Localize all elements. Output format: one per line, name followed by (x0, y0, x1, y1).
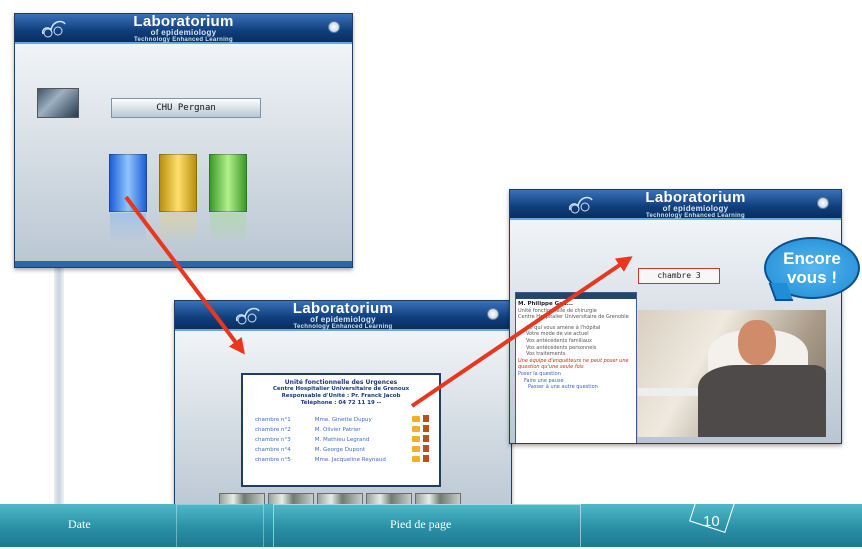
footer-text: Pied de page (390, 517, 452, 531)
window-close-knob[interactable] (817, 197, 829, 209)
book-icon[interactable] (422, 455, 429, 462)
window-title: Laboratorium of epidemiology Technology En… (292, 300, 394, 330)
book-icon[interactable] (422, 435, 429, 442)
corridor-green[interactable] (209, 154, 247, 243)
table-row[interactable]: chambre n°5 Mme. Jacqueline Reynaud (249, 455, 435, 465)
window-title: Laboratorium of epidemiology Technology En… (645, 189, 746, 219)
window-title: Laboratorium of epidemiology Technology En… (133, 13, 234, 43)
window-footer-bar (15, 261, 352, 267)
folder-icon[interactable] (411, 456, 420, 462)
action-next[interactable]: Passer à une autre question (518, 384, 634, 391)
room-table: chambre n°1 Mme. Ginette Dupuy chambre n°… (249, 415, 435, 465)
footer-date: Date (68, 517, 91, 531)
folder-icon[interactable] (411, 436, 420, 442)
question-treatments[interactable]: Vos traitements (518, 351, 634, 358)
folder-icon[interactable] (411, 426, 420, 432)
folder-icon[interactable] (411, 416, 420, 422)
window-hospital-select: Laboratorium of epidemiology Technology En… (14, 13, 353, 268)
window-close-knob[interactable] (328, 21, 340, 33)
book-icon[interactable] (422, 415, 429, 422)
question-family-history[interactable]: Vos antécédents familiaux (518, 338, 634, 345)
hospital-name: CHU Pergnan (111, 98, 261, 118)
book-icon[interactable] (422, 445, 429, 452)
unit-hospital: Centre Hospitalier Universitaire de Gren… (272, 386, 410, 392)
table-row[interactable]: chambre n°1 Mme. Ginette Dupuy (249, 415, 435, 425)
window-header: Laboratorium of epidemiology Technology En… (15, 14, 352, 44)
question-lifestyle[interactable]: Votre mode de vie actuel (518, 331, 634, 338)
window-unit-rooms: Laboratorium of epidemiology Technology En… (174, 300, 512, 517)
patient-hospital: Centre Hospitalier Universitaire de Gren… (518, 314, 629, 321)
window-patient-room: Laboratorium of epidemiology Technology En… (509, 189, 842, 444)
unit-manager: Responsable d'Unité : Pr. Franck Jacob (281, 393, 401, 399)
book-icon[interactable] (422, 425, 429, 432)
action-ask[interactable]: Poser la question (518, 371, 634, 378)
window-close-knob[interactable] (487, 308, 499, 320)
question-personal-history[interactable]: Vos antécédents personnels (518, 345, 634, 352)
footer-box-left (176, 504, 264, 549)
hospital-building-image[interactable] (37, 88, 79, 118)
patient-unit: Unité fonctionnelle de chirurgie (518, 307, 597, 314)
unit-phone: Téléphone : 04 72 11 19 -- (300, 400, 382, 406)
patient-photo (638, 310, 826, 437)
patient-card: M. Philippe Gau... Unité fonctionnelle d… (515, 292, 637, 443)
warning-text: Une équipe d'enquêteurs ne peut poser un… (518, 357, 629, 371)
unit-info-panel: Unité fonctionnelle des Urgences Centre … (241, 373, 441, 487)
unit-title: Unité fonctionnelle des Urgences (284, 379, 398, 386)
question-reason[interactable]: Ce qui vous amène à l'hôpital (518, 325, 634, 332)
speech-bubble: Encore vous ! (764, 237, 860, 299)
room-label: chambre 3 (638, 268, 720, 284)
corridor-blue[interactable] (109, 154, 147, 243)
window-header: Laboratorium of epidemiology Technology En… (510, 190, 841, 220)
window-header: Laboratorium of epidemiology Technology En… (175, 301, 511, 331)
folder-icon[interactable] (411, 446, 420, 452)
table-row[interactable]: chambre n°3 M. Mathieu Legrand (249, 435, 435, 445)
corridor-yellow[interactable] (159, 154, 197, 243)
table-row[interactable]: chambre n°4 M. George Dupont (249, 445, 435, 455)
slide-footer-bar: Date Pied de page 10 (0, 504, 862, 549)
timeline-line (54, 258, 64, 513)
window-body: CHU Pergnan (15, 44, 352, 267)
window-body: Unité fonctionnelle des Urgences Centre … (175, 331, 511, 516)
table-row[interactable]: chambre n°2 M. Olivier Patrier (249, 425, 435, 435)
patient-name: M. Philippe Gau... (518, 301, 574, 307)
